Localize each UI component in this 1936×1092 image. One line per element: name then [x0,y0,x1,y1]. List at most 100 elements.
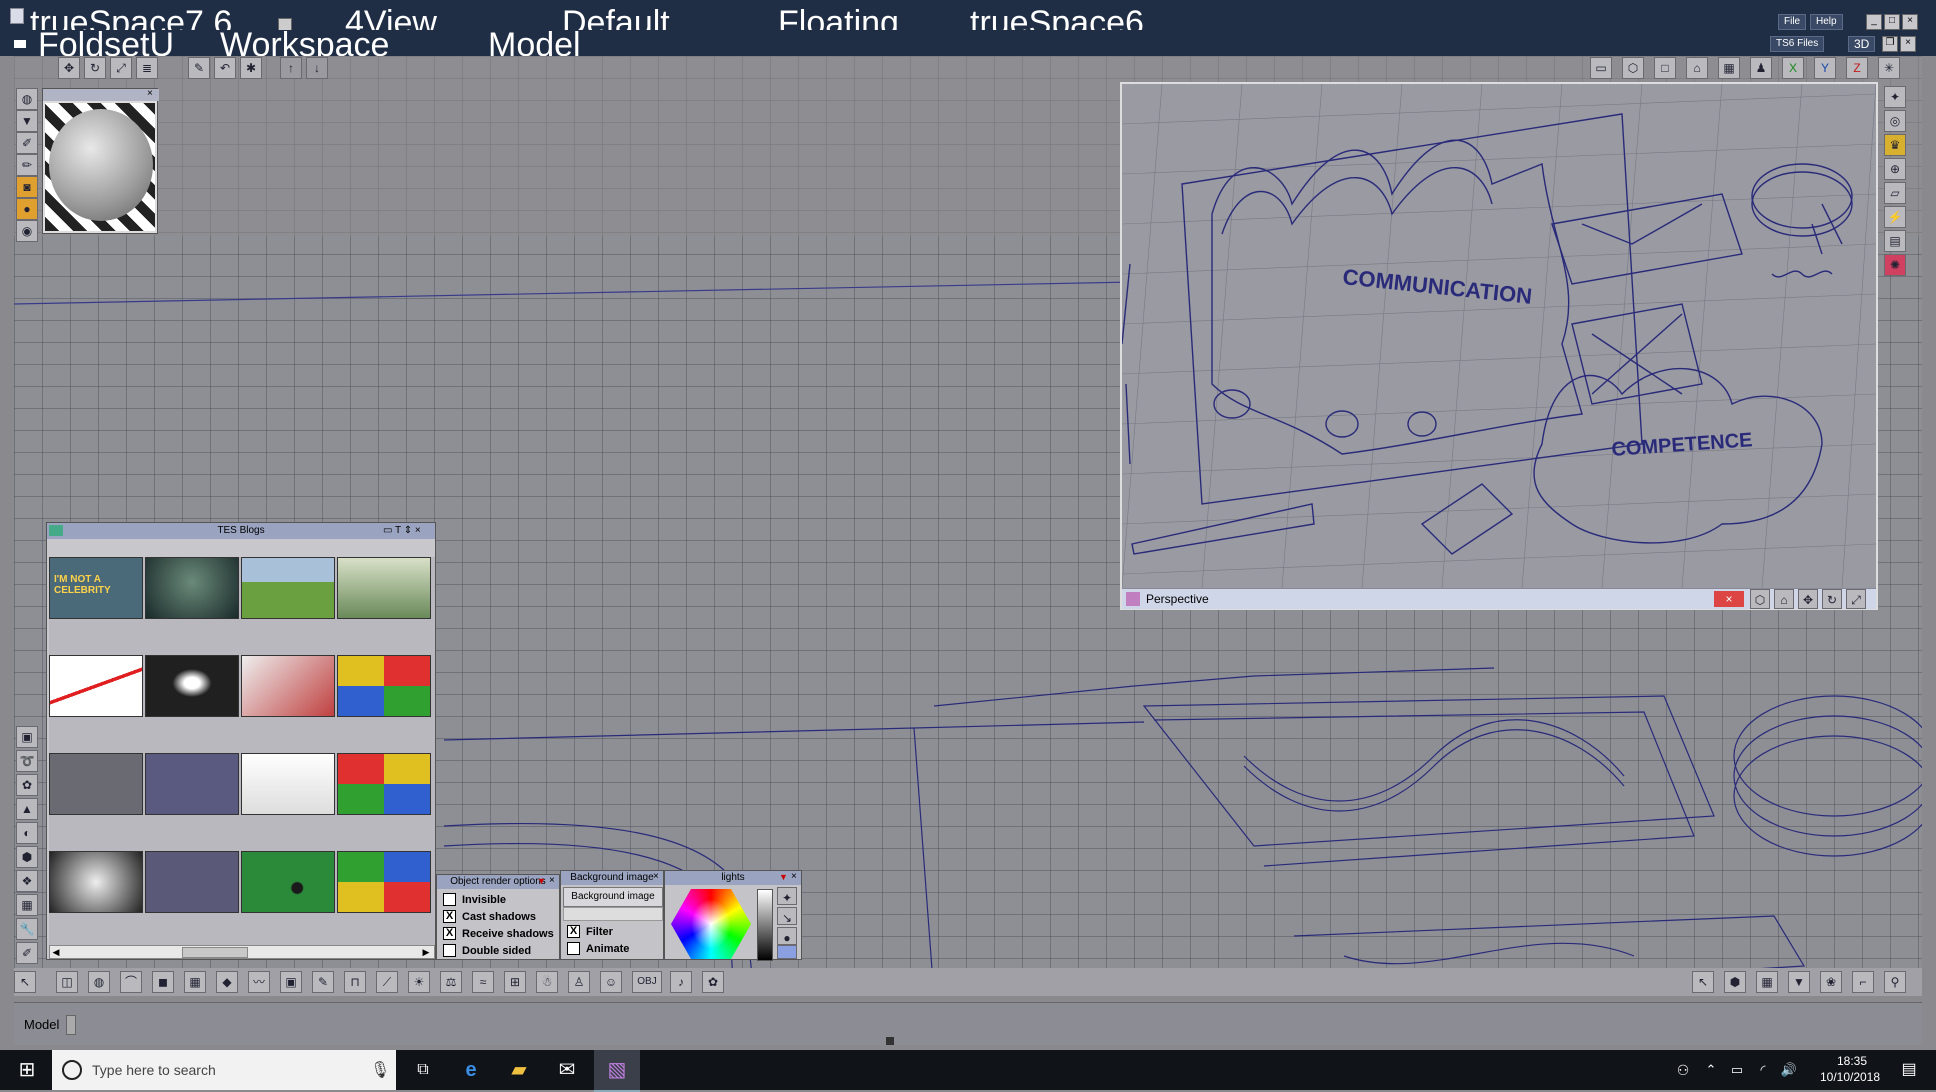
palm-icon[interactable]: ✿ [702,971,724,993]
crate-icon[interactable]: ▣ [280,971,302,993]
down-arrow-icon[interactable]: ↓ [306,57,328,79]
brush-object-icon[interactable]: ✎ [312,971,334,993]
scroll-right-icon[interactable]: ▶ [420,946,432,958]
thumb-classroom[interactable] [337,557,431,619]
perspective-close-icon[interactable]: × [1714,591,1744,607]
cone-icon[interactable]: ▲ [16,798,38,820]
explode-icon[interactable]: ✱ [240,57,262,79]
thumb-pool[interactable] [241,851,335,913]
material-ball-icon[interactable]: ◉ [16,220,38,242]
sphere-icon[interactable]: ● [16,198,38,220]
volume-icon[interactable]: 🔊 [1774,1050,1804,1090]
lights-menu-icon[interactable]: ▼ [779,872,788,882]
thumb-graph[interactable] [49,655,143,717]
undo-icon[interactable]: ↶ [214,57,236,79]
move-tool-icon[interactable]: ✥ [58,57,80,79]
pencil-icon[interactable]: ✏ [16,154,38,176]
ruler-icon[interactable]: ✐ [16,942,38,964]
microphone-icon[interactable]: 🎙 [370,1060,390,1080]
thumb-puzzle[interactable] [337,655,431,717]
cube-object-icon[interactable]: ⬢ [1724,971,1746,993]
antenna-icon[interactable]: ⚲ [1884,971,1906,993]
file-explorer-icon[interactable]: ▰ [496,1050,542,1090]
rock-icon[interactable]: ◆ [216,971,238,993]
lights-close-icon[interactable]: × [791,871,797,882]
render-icon[interactable]: ✺ [1884,254,1906,276]
mesh-icon[interactable]: ▦ [184,971,206,993]
truespace-taskbar-icon[interactable]: ▧ [594,1050,640,1092]
scale-tool-icon[interactable]: ⤢ [110,57,132,79]
figure-icon[interactable]: ♙ [568,971,590,993]
filter-checkbox[interactable]: X [567,925,580,938]
notifications-icon[interactable]: ▤ [1886,1050,1932,1090]
world-axes-icon[interactable]: ✳ [1878,57,1900,79]
paint-tool-icon[interactable]: ✎ [188,57,210,79]
select-icon[interactable]: ↖ [14,971,36,993]
box-object-icon[interactable]: ◼ [152,971,174,993]
image-icon[interactable]: ▣ [16,726,38,748]
animate-option[interactable]: Animate [561,940,629,957]
frame-object-icon[interactable]: ⊓ [344,971,366,993]
flower-icon[interactable]: ❀ [1820,971,1842,993]
light-lamp-icon[interactable]: ✦ [777,887,797,905]
cast-shadows-checkbox[interactable]: X [443,910,456,923]
pointer-icon[interactable]: ↖ [1692,971,1714,993]
folder-icon[interactable]: ▭ [1590,57,1612,79]
cup-icon[interactable]: ◫ [56,971,78,993]
ts6-files-button[interactable]: TS6 Files [1770,36,1825,52]
x-axis-icon[interactable]: X [1782,57,1804,79]
perspective-cube-icon[interactable]: ⬡ [1750,589,1770,609]
scroll-left-icon[interactable]: ◀ [50,946,62,958]
wrench-icon[interactable]: 🔧 [16,918,38,940]
menu-file[interactable]: File [1778,14,1807,30]
cube-icon[interactable]: ⬡ [1622,57,1644,79]
thumb-wireframe-b[interactable] [145,753,239,815]
thumb-icons[interactable] [241,753,335,815]
animate-checkbox[interactable] [567,942,580,955]
receive-shadows-checkbox[interactable]: X [443,927,456,940]
light-ball-icon[interactable]: ● [777,927,797,945]
sphere-object-icon[interactable]: ◍ [88,971,110,993]
lattice-icon[interactable]: ⊞ [504,971,526,993]
brush-icon[interactable]: ✐ [16,132,38,154]
cast-shadows-option[interactable]: X Cast shadows [437,908,559,925]
invisible-option[interactable]: Invisible [437,891,559,908]
clock-date[interactable]: 10/10/2018 [1810,1070,1890,1084]
rotate-tool-icon[interactable]: ↻ [84,57,106,79]
light-spot-icon[interactable]: ↘ [777,907,797,925]
weight-icon[interactable]: ⚖ [440,971,462,993]
palette-icon[interactable]: ▤ [1884,230,1906,252]
knife-icon[interactable]: ⟋ [376,971,398,993]
thumb-room[interactable] [241,655,335,717]
perspective-move-icon[interactable]: ✥ [1798,589,1818,609]
physics-icon[interactable]: ⚡ [1884,206,1906,228]
light-color-icon[interactable] [777,945,797,959]
thumb-puzzle-c[interactable] [337,851,431,913]
mail-icon[interactable]: ✉ [544,1050,590,1090]
box-icon[interactable]: ▦ [16,894,38,916]
view-3d-button[interactable]: 3D [1848,36,1876,52]
thumb-building[interactable] [241,557,335,619]
camera-icon[interactable]: ◎ [1884,110,1906,132]
double-sided-option[interactable]: Double sided [437,942,559,959]
y-axis-icon[interactable]: Y [1814,57,1836,79]
grid-icon[interactable]: ▦ [1718,57,1740,79]
hook-icon[interactable]: ⌐ [1852,971,1874,993]
color-wheel-icon[interactable]: ◐ [16,822,38,844]
scroll-thumb[interactable] [182,947,248,958]
maximize-icon[interactable]: □ [1884,14,1900,30]
up-arrow-icon[interactable]: ↑ [280,57,302,79]
sun-icon[interactable]: ☀ [408,971,430,993]
taskbar-search-box[interactable]: Type here to search 🎙 [52,1050,396,1090]
background-image-button[interactable]: Background image [563,887,663,907]
background-close-icon[interactable]: × [653,871,659,882]
cylinder-icon[interactable]: ◙ [16,176,38,198]
close-workspace-icon[interactable]: × [1900,36,1916,52]
lasso-icon[interactable]: ➰ [16,750,38,772]
clock-time[interactable]: 18:35 [1822,1054,1882,1068]
grid-plane-icon[interactable]: ▦ [1756,971,1778,993]
thumb-robots[interactable] [145,557,239,619]
rope-icon[interactable]: 〰 [248,971,270,993]
paint-bucket-icon[interactable]: ▼ [16,110,38,132]
group-icon[interactable]: ❖ [16,870,38,892]
